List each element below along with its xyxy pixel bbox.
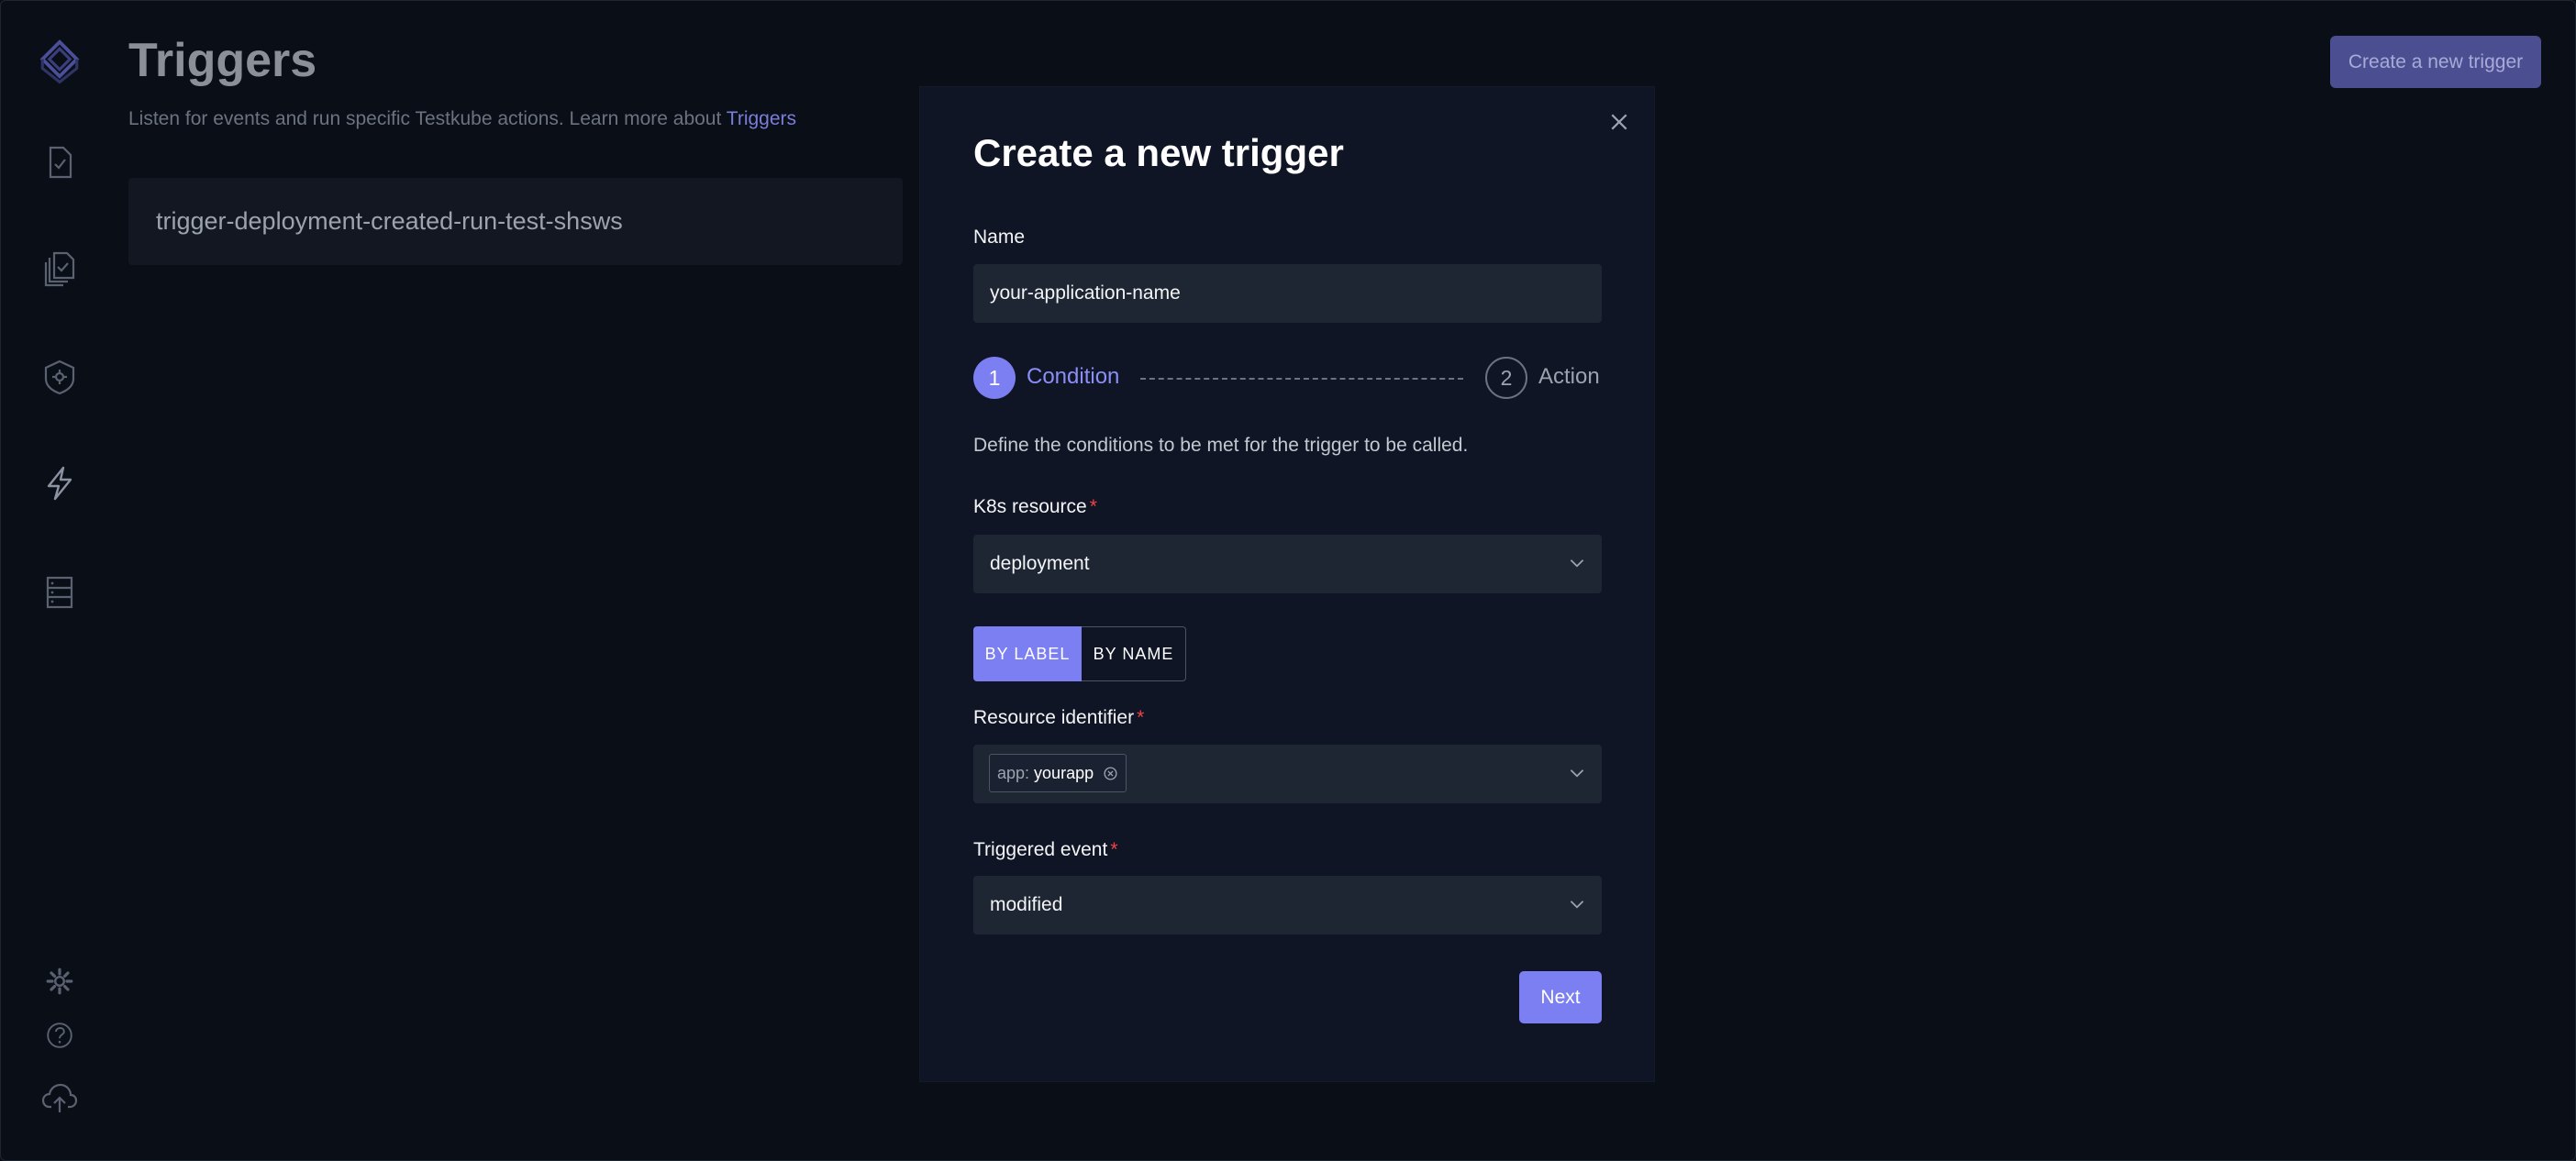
triggered-event-value: modified	[990, 894, 1063, 915]
triggered-event-label: Triggered event *	[973, 839, 1118, 860]
triggers-icon[interactable]	[37, 460, 83, 506]
test-suites-icon[interactable]	[37, 246, 83, 292]
trigger-name: trigger-deployment-created-run-test-shsw…	[156, 207, 623, 235]
settings-icon[interactable]	[37, 958, 83, 1004]
step-2-indicator: 2	[1485, 357, 1527, 399]
chevron-down-icon	[1570, 559, 1584, 568]
chevron-down-icon	[1570, 901, 1584, 909]
close-icon[interactable]	[1605, 108, 1633, 136]
create-trigger-button[interactable]: Create a new trigger	[2330, 36, 2541, 88]
sidebar	[0, 0, 119, 1161]
test-icon[interactable]	[37, 139, 83, 185]
by-name-toggle[interactable]: BY NAME	[1082, 626, 1186, 681]
triggers-docs-link[interactable]: Triggers	[727, 108, 796, 129]
k8s-resource-value: deployment	[990, 553, 1090, 574]
k8s-resource-label: K8s resource *	[973, 496, 1097, 517]
page-title: Triggers	[128, 34, 317, 87]
by-label-toggle[interactable]: BY LABEL	[973, 626, 1082, 681]
subtitle-text: Listen for events and run specific Testk…	[128, 108, 722, 129]
name-input[interactable]: your-application-name	[973, 264, 1602, 323]
remove-tag-icon[interactable]	[1103, 766, 1118, 781]
resource-identifier-label: Resource identifier *	[973, 707, 1145, 728]
step-1-label: Condition	[1027, 364, 1120, 389]
executors-icon[interactable]	[37, 354, 83, 400]
resource-tag-chip: app: yourapp	[989, 754, 1127, 792]
chevron-down-icon	[1570, 769, 1584, 778]
stepper-connector	[1140, 378, 1463, 380]
tag-key: app:	[997, 763, 1030, 782]
trigger-list-item[interactable]: trigger-deployment-created-run-test-shsw…	[128, 178, 903, 265]
required-mark: *	[1089, 496, 1097, 517]
help-icon[interactable]	[37, 1012, 83, 1058]
step-2-label: Action	[1538, 364, 1600, 389]
name-label: Name	[973, 227, 1026, 248]
required-mark: *	[1110, 839, 1118, 860]
name-input-value: your-application-name	[990, 282, 1181, 304]
step-1-indicator: 1	[973, 357, 1016, 399]
upload-icon[interactable]	[37, 1075, 83, 1121]
tag-value: yourapp	[1034, 763, 1094, 782]
modal-title: Create a new trigger	[973, 131, 1344, 174]
triggered-event-select[interactable]: modified	[973, 876, 1602, 934]
sources-icon[interactable]	[37, 569, 83, 615]
k8s-resource-select[interactable]: deployment	[973, 535, 1602, 593]
logo-icon[interactable]	[37, 39, 83, 84]
step-description: Define the conditions to be met for the …	[973, 435, 1469, 456]
next-button[interactable]: Next	[1519, 971, 1602, 1023]
page-subtitle: Listen for events and run specific Testk…	[128, 108, 796, 130]
required-mark: *	[1137, 707, 1145, 728]
